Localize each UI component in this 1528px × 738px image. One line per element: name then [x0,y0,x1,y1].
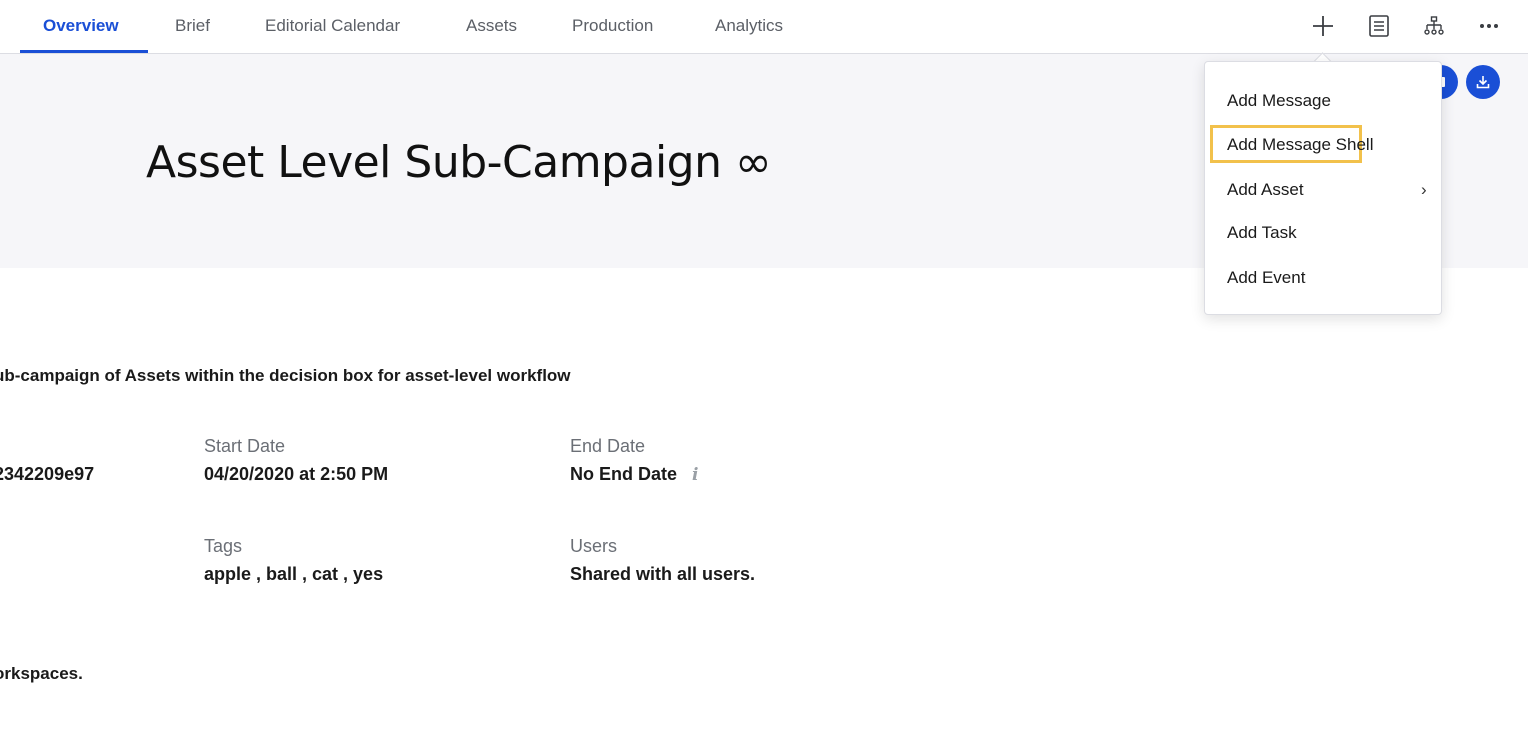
tab-production[interactable]: Production [572,0,653,53]
campaign-description: ub-campaign of Assets within the decisio… [0,366,571,385]
start-date-value: 04/20/2020 at 2:50 PM [204,464,389,484]
users-value: Shared with all users. [570,564,756,584]
tab-assets[interactable]: Assets [466,0,517,53]
end-date-text: No End Date [570,464,678,484]
tab-overview[interactable]: Overview [43,0,119,53]
tab-brief[interactable]: Brief [175,0,210,53]
menu-item-add-message[interactable]: Add Message [1227,90,1331,112]
tab-editorial-calendar[interactable]: Editorial Calendar [265,0,400,53]
menu-item-add-asset[interactable]: Add Asset [1227,179,1304,201]
app-root: Overview Brief Editorial Calendar Assets… [0,0,1528,738]
menu-item-add-task[interactable]: Add Task [1227,222,1297,244]
more-icon[interactable] [1475,12,1503,40]
page-title-text: Asset Level Sub-Campaign [146,137,722,188]
end-date-value: No End Date i [570,464,699,485]
download-icon [1476,76,1490,89]
start-date-label: Start Date [204,436,286,456]
plus-icon[interactable] [1309,12,1337,40]
users-label: Users [570,536,618,556]
hierarchy-icon[interactable] [1420,12,1448,40]
infinity-symbol: ∞ [735,137,772,188]
end-date-label: End Date [570,436,646,456]
document-list-icon[interactable] [1365,12,1393,40]
workspaces-text: orkspaces. [0,664,83,683]
chevron-right-icon: › [1421,180,1427,199]
tab-analytics[interactable]: Analytics [715,0,783,53]
info-icon[interactable]: i [692,465,698,485]
tags-value: apple , ball , cat , yes [204,564,384,584]
active-tab-indicator [20,50,148,53]
menu-item-add-message-shell[interactable]: Add Message Shell [1227,134,1373,156]
add-menu: Add Message Add Message Shell Add Asset … [1204,61,1442,315]
campaign-id-value: 2342209e97 [0,464,95,484]
tags-label: Tags [204,536,243,556]
tab-bar: Overview Brief Editorial Calendar Assets… [0,0,1528,54]
menu-item-add-event[interactable]: Add Event [1227,267,1305,289]
download-button[interactable] [1466,65,1500,99]
page-title: Asset Level Sub-Campaign ∞ [146,137,772,189]
